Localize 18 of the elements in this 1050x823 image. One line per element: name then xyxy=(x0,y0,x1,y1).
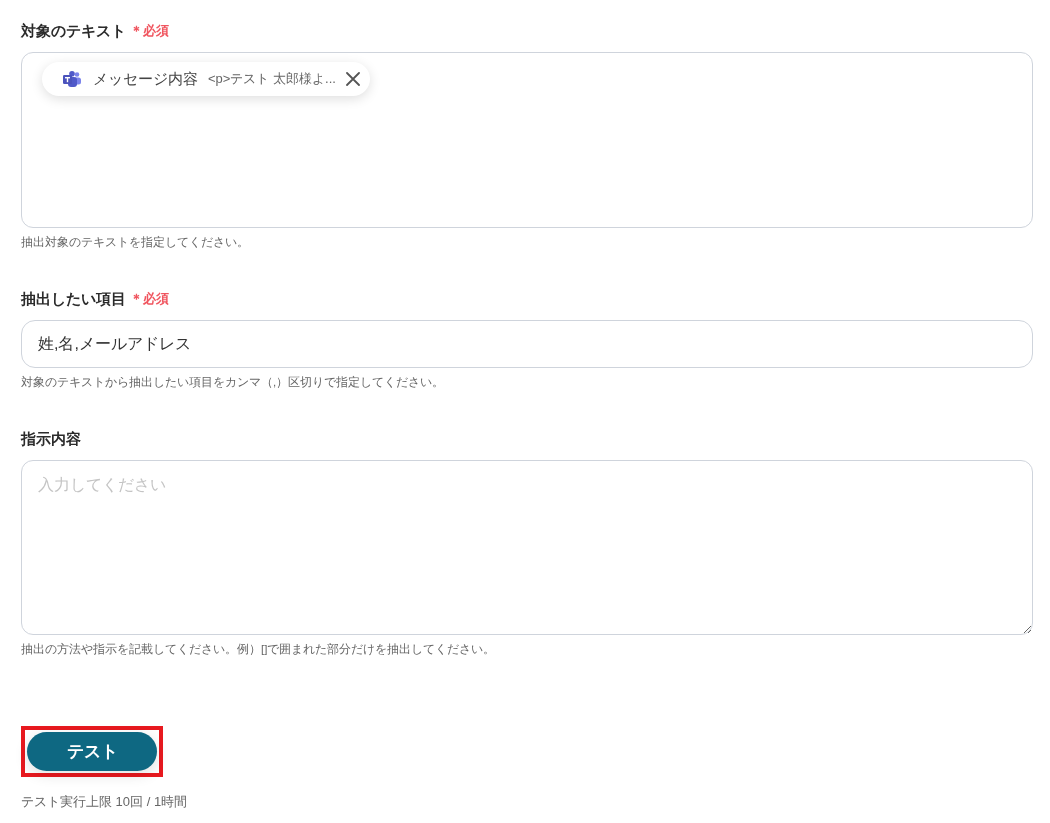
limit-note: テスト実行上限 10回 / 1時間 xyxy=(21,794,188,810)
required-mark: ＊必須 xyxy=(130,290,169,308)
required-mark: ＊必須 xyxy=(130,22,169,40)
variable-chip[interactable]: メッセージ内容 <p>テスト 太郎様よ... xyxy=(42,62,370,96)
text-field[interactable]: メッセージ内容 <p>テスト 太郎様よ... xyxy=(21,52,1033,228)
field-label: 対象のテキスト xyxy=(21,21,126,41)
close-icon[interactable] xyxy=(345,72,360,86)
field-hint: 抽出対象のテキストを指定してください。 xyxy=(21,235,249,250)
field-label: 指示内容 xyxy=(21,429,81,449)
instruction-field[interactable]: 入力してください xyxy=(21,460,1033,635)
test-button[interactable]: テスト xyxy=(27,732,157,771)
chip-label: メッセージ内容 xyxy=(93,69,198,89)
field-label: 抽出したい項目 xyxy=(21,289,126,309)
chip-preview: <p>テスト 太郎様よ... xyxy=(208,70,336,88)
field-hint: 対象のテキストから抽出したい項目をカンマ（,）区切りで指定してください。 xyxy=(21,375,445,390)
field-hint: 抽出の方法や指示を記載してください。例）[]で囲まれた部分だけを抽出してください。 xyxy=(21,642,496,657)
people-tile-icon xyxy=(63,71,81,87)
items-input-field[interactable]: 姓,名,メールアドレス xyxy=(21,320,1033,368)
